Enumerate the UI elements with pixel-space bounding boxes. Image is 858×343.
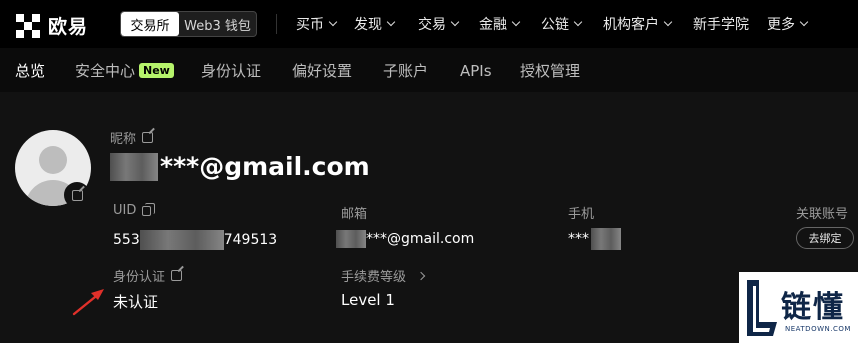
chevron-down-icon — [386, 17, 396, 27]
watermark-logo-icon — [747, 280, 777, 336]
chevron-down-icon — [328, 17, 338, 27]
linked-accounts-label: 关联账号 — [796, 207, 849, 222]
tab-overview[interactable]: 总览 — [15, 60, 75, 81]
watermark-title: 链懂 — [781, 290, 845, 325]
nav-more[interactable]: 更多 — [767, 14, 809, 34]
chevron-right-icon — [416, 271, 426, 280]
account-tabs: 总览 安全中心 New 身份认证 偏好设置 子账户 APIs 授权管理 — [15, 60, 580, 81]
fee-tier-value: Level 1 — [341, 291, 395, 309]
kyc-label: 身份认证 — [113, 266, 183, 285]
redacted-block — [110, 152, 158, 181]
new-badge: New — [139, 63, 174, 78]
edit-kyc-icon[interactable] — [171, 270, 183, 281]
kyc-status[interactable]: 未认证 — [113, 291, 158, 312]
email-label: 邮箱 — [341, 207, 368, 222]
tab-sub-account[interactable]: 子账户 — [383, 60, 460, 81]
phone-label: 手机 — [568, 207, 595, 222]
nav-institutional[interactable]: 机构客户 — [603, 14, 691, 34]
tab-security-center[interactable]: 安全中心 New — [75, 60, 201, 81]
phone-value: *** — [568, 228, 621, 250]
nav-academy[interactable]: 新手学院 — [693, 14, 749, 34]
tab-preferences[interactable]: 偏好设置 — [292, 60, 383, 81]
tab-authorization[interactable]: 授权管理 — [520, 60, 580, 81]
tab-identity[interactable]: 身份认证 — [201, 60, 292, 81]
copy-icon[interactable] — [142, 202, 156, 216]
nav-finance[interactable]: 金融 — [479, 14, 541, 34]
redacted-block — [139, 230, 224, 250]
edit-nickname-icon[interactable] — [142, 132, 154, 143]
nav-trade[interactable]: 交易 — [418, 14, 464, 34]
nickname-label: 昵称 — [110, 128, 154, 147]
fee-tier-label[interactable]: 手续费等级 — [341, 266, 426, 285]
redacted-block — [591, 228, 621, 250]
chevron-down-icon — [663, 17, 673, 27]
chevron-down-icon — [573, 17, 583, 27]
edit-icon — [71, 189, 83, 201]
redacted-block — [336, 230, 366, 248]
nav-discover[interactable]: 发现 — [354, 14, 416, 34]
tab-apis[interactable]: APIs — [460, 60, 520, 81]
chevron-down-icon — [799, 17, 809, 27]
watermark: 链懂 NEATDOWN.COM — [739, 272, 858, 343]
okx-logo-icon — [16, 13, 42, 38]
exchange-tab[interactable]: 交易所 — [121, 12, 179, 36]
top-bar: 欧易 交易所 Web3 钱包 买币 发现 交易 金融 公链 机构客户 新手学院 … — [0, 0, 858, 48]
nav-buy-crypto[interactable]: 买币 — [296, 14, 340, 34]
divider — [276, 14, 277, 34]
avatar-edit-button[interactable] — [64, 182, 90, 208]
watermark-subtitle: NEATDOWN.COM — [785, 325, 851, 333]
chevron-down-icon — [511, 17, 521, 27]
red-arrow-annotation — [72, 289, 104, 316]
web3-wallet-tab[interactable]: Web3 钱包 — [179, 12, 256, 36]
chevron-down-icon — [450, 17, 460, 27]
uid-label: UID — [113, 202, 156, 218]
logo[interactable]: 欧易 — [16, 12, 88, 39]
product-switch: 交易所 Web3 钱包 — [120, 11, 257, 37]
uid-value: 553 749513 — [113, 230, 278, 250]
email-value: ***@gmail.com — [336, 230, 474, 248]
main-nav: 买币 发现 交易 金融 公链 机构客户 新手学院 更多 — [296, 14, 809, 34]
bind-account-button[interactable]: 去绑定 — [796, 227, 854, 249]
brand-name: 欧易 — [48, 16, 89, 38]
nav-chain[interactable]: 公链 — [541, 14, 587, 34]
nickname-value: ***@gmail.com — [110, 152, 370, 181]
